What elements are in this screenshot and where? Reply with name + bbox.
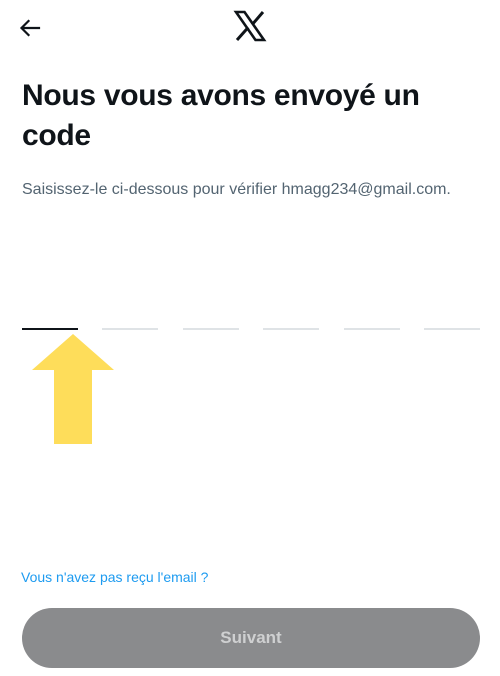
verification-code-input (22, 300, 480, 330)
code-digit-4[interactable] (263, 300, 320, 330)
code-digit-3[interactable] (182, 300, 239, 330)
back-button[interactable] (12, 12, 48, 44)
page-title: Nous vous avons envoyé un code (22, 79, 420, 152)
code-digit-6[interactable] (423, 300, 480, 330)
up-arrow-annotation-icon (32, 334, 114, 444)
x-logo-icon (233, 10, 267, 42)
page-subtitle: Saisissez-le ci-dessous pour vérifier hm… (22, 181, 451, 198)
code-digit-1[interactable] (22, 300, 78, 330)
arrow-left-icon (19, 19, 41, 37)
next-button[interactable]: Suivant (22, 608, 480, 668)
code-digit-5[interactable] (343, 300, 400, 330)
resend-email-link[interactable]: Vous n'avez pas reçu l'email ? (21, 569, 208, 585)
code-digit-2[interactable] (102, 300, 159, 330)
top-bar (0, 0, 500, 56)
